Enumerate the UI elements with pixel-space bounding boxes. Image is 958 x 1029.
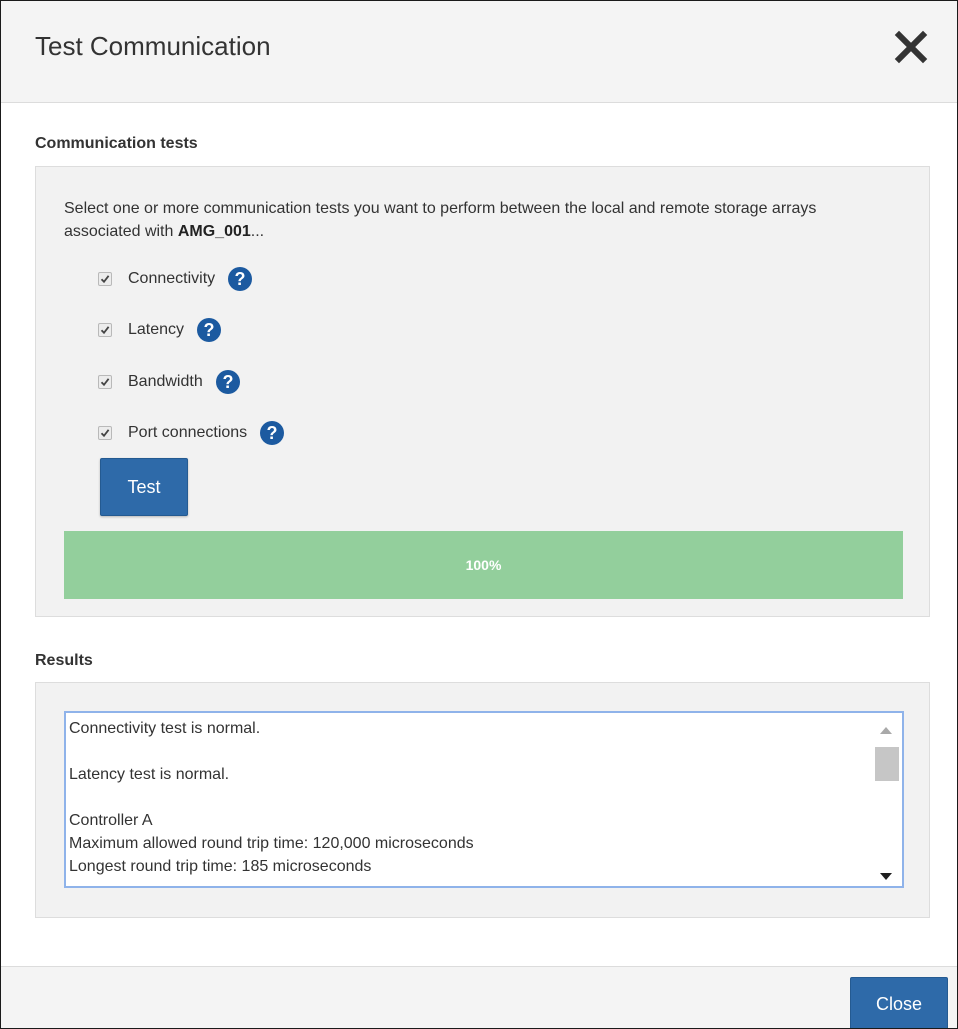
- checkbox-box[interactable]: [98, 272, 112, 286]
- results-title: Results: [35, 652, 93, 669]
- communication-tests-description: Select one or more communication tests y…: [64, 197, 884, 243]
- test-button[interactable]: Test: [100, 458, 188, 516]
- description-ellipsis: ...: [250, 223, 265, 240]
- scrollbar-thumb[interactable]: [875, 747, 899, 781]
- results-textarea[interactable]: Connectivity test is normal. Latency tes…: [64, 711, 904, 888]
- checkbox-bandwidth[interactable]: Bandwidth ?: [98, 367, 241, 397]
- checkmark-icon: [100, 378, 110, 387]
- question-circle-icon[interactable]: ?: [227, 266, 253, 292]
- progress-label: 100%: [465, 557, 502, 573]
- results-scrollbar[interactable]: [870, 713, 902, 886]
- checkbox-label: Connectivity: [128, 270, 216, 287]
- svg-text:?: ?: [235, 269, 246, 289]
- checkmark-icon: [100, 326, 110, 335]
- dialog-header: Test Communication: [1, 1, 957, 103]
- checkbox-label: Bandwidth: [128, 373, 203, 390]
- description-text: Select one or more communication tests y…: [64, 200, 817, 240]
- progress-bar: 100%: [64, 531, 903, 599]
- checkbox-box[interactable]: [98, 323, 112, 337]
- checkbox-latency[interactable]: Latency ?: [98, 315, 222, 345]
- scroll-up-arrow-icon[interactable]: [878, 723, 894, 737]
- results-text: Connectivity test is normal. Latency tes…: [69, 717, 864, 878]
- checkbox-label: Port connections: [128, 424, 248, 441]
- results-line: [69, 786, 864, 809]
- close-icon[interactable]: [891, 27, 931, 67]
- test-communication-dialog: Test Communication Communication tests S…: [0, 0, 958, 1029]
- results-panel: Connectivity test is normal. Latency tes…: [35, 682, 930, 918]
- checkmark-icon: [100, 429, 110, 438]
- svg-text:?: ?: [222, 372, 233, 392]
- checkbox-port-connections[interactable]: Port connections ?: [98, 418, 285, 448]
- question-circle-icon[interactable]: ?: [215, 369, 241, 395]
- scroll-down-arrow-icon[interactable]: [878, 870, 894, 884]
- results-line: Controller A: [69, 812, 153, 829]
- results-line: Longest round trip time: 185 microsecond…: [69, 858, 372, 875]
- checkmark-icon: [100, 275, 110, 284]
- results-line: Latency test is normal.: [69, 766, 230, 783]
- dialog-footer: Close: [1, 966, 957, 1028]
- question-circle-icon[interactable]: ?: [196, 317, 222, 343]
- communication-tests-panel: Select one or more communication tests y…: [35, 166, 930, 617]
- checkbox-box[interactable]: [98, 375, 112, 389]
- results-line: Connectivity test is normal.: [69, 720, 261, 737]
- question-circle-icon[interactable]: ?: [259, 420, 285, 446]
- dialog-title: Test Communication: [35, 31, 271, 61]
- checkbox-connectivity[interactable]: Connectivity ?: [98, 264, 253, 294]
- close-button[interactable]: Close: [850, 977, 948, 1028]
- svg-text:?: ?: [267, 423, 278, 443]
- checkbox-label: Latency: [128, 321, 185, 338]
- results-line: [69, 740, 864, 763]
- svg-text:?: ?: [204, 320, 215, 340]
- group-name: AMG_001: [177, 223, 251, 240]
- checkbox-box[interactable]: [98, 426, 112, 440]
- results-line: Maximum allowed round trip time: 120,000…: [69, 835, 474, 852]
- communication-tests-title: Communication tests: [35, 135, 198, 152]
